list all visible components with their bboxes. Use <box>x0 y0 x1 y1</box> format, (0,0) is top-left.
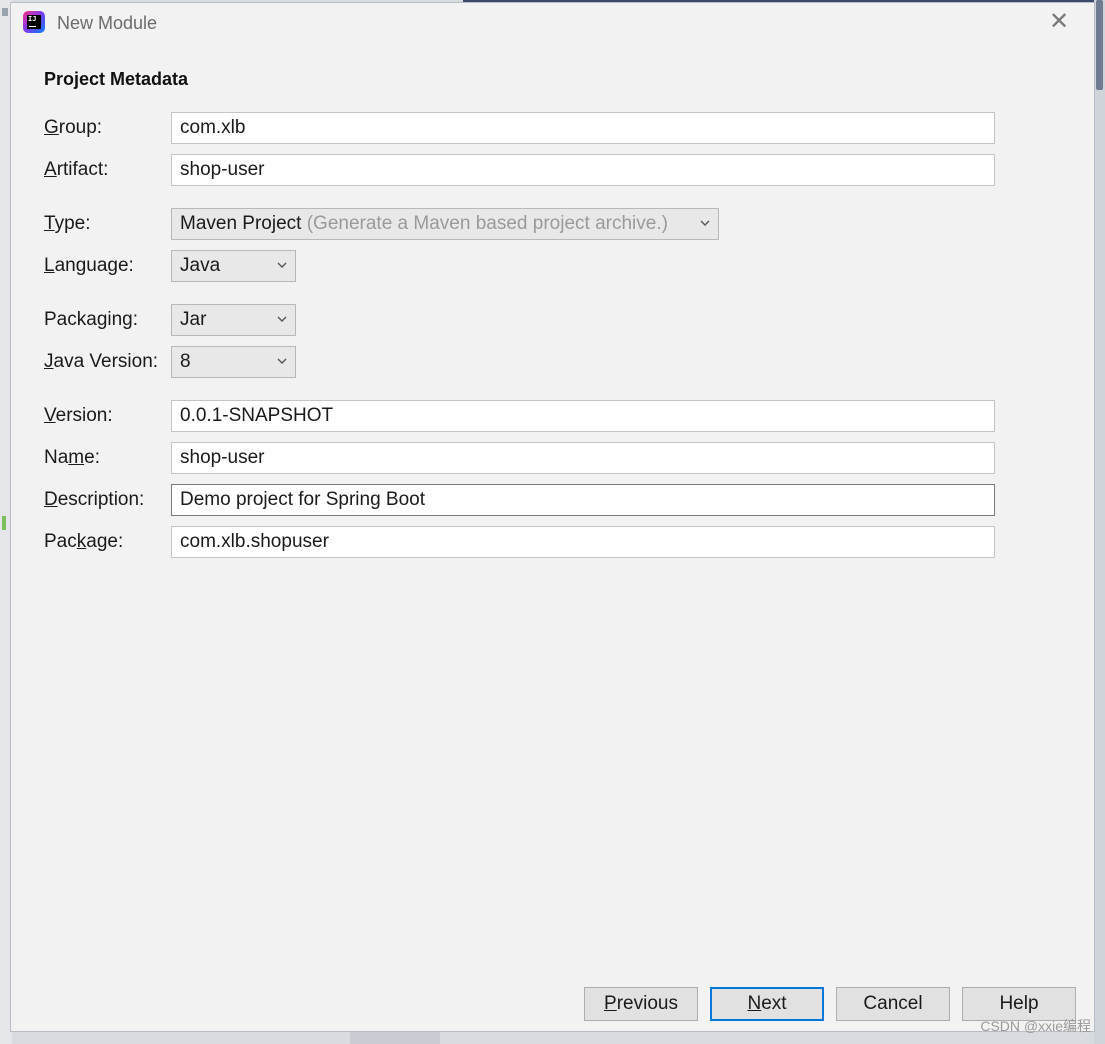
packaging-dropdown[interactable]: Jar <box>171 304 296 336</box>
description-field[interactable] <box>171 484 995 516</box>
group-label: Group: <box>44 117 103 138</box>
intellij-idea-icon: IJ <box>23 11 45 33</box>
background-marker <box>2 516 6 530</box>
type-value: Maven Project <box>180 213 302 234</box>
chevron-down-icon <box>277 316 287 322</box>
group-field[interactable] <box>171 112 995 144</box>
next-button[interactable]: Next <box>710 987 824 1021</box>
dialog-titlebar: IJ New Module ✕ <box>11 3 1094 43</box>
close-icon[interactable]: ✕ <box>1048 10 1070 34</box>
java-version-label: Java Version: <box>44 351 159 372</box>
background-ide-bottom <box>350 1032 440 1044</box>
chevron-down-icon <box>700 220 710 226</box>
language-value: Java <box>180 255 221 276</box>
java-version-value: 8 <box>180 351 191 372</box>
packaging-value: Jar <box>180 309 207 330</box>
type-label: Type: <box>44 213 91 234</box>
packaging-label: Packaging: <box>44 309 139 330</box>
dialog-title: New Module <box>57 13 158 33</box>
description-label: Description: <box>44 489 145 510</box>
background-scroll-thumb <box>1096 0 1103 90</box>
name-field[interactable] <box>171 442 995 474</box>
section-title: Project Metadata <box>44 69 189 89</box>
package-field[interactable] <box>171 526 995 558</box>
new-module-dialog: IJ New Module ✕ Project Metadata Group: … <box>10 2 1095 1032</box>
cancel-button[interactable]: Cancel <box>836 987 950 1021</box>
version-label: Version: <box>44 405 113 426</box>
java-version-dropdown[interactable]: 8 <box>171 346 296 378</box>
chevron-down-icon <box>277 262 287 268</box>
package-label: Package: <box>44 531 124 552</box>
background-marker <box>2 8 8 16</box>
language-label: Language: <box>44 255 134 276</box>
previous-button[interactable]: Previous <box>584 987 698 1021</box>
name-label: Name: <box>44 447 100 468</box>
type-dropdown[interactable]: Maven Project (Generate a Maven based pr… <box>171 208 719 240</box>
version-field[interactable] <box>171 400 995 432</box>
type-hint: (Generate a Maven based project archive.… <box>306 213 668 234</box>
watermark: CSDN @xxie编程 <box>980 1018 1091 1034</box>
background-ide-scrollbar <box>1094 0 1105 1044</box>
artifact-label: Artifact: <box>44 159 109 180</box>
language-dropdown[interactable]: Java <box>171 250 296 282</box>
artifact-field[interactable] <box>171 154 995 186</box>
chevron-down-icon <box>277 358 287 364</box>
